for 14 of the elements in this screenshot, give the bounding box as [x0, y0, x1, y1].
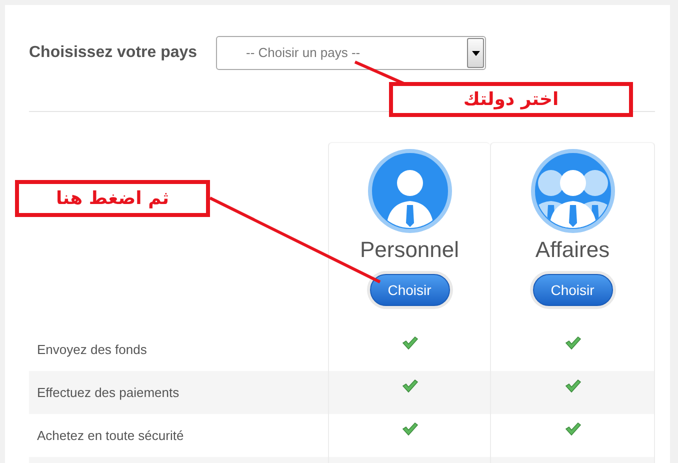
country-select[interactable]: -- Choisir un pays -- [216, 36, 486, 70]
choose-button[interactable]: Choisir [532, 274, 612, 306]
caret-icon [472, 50, 480, 56]
annotation-text: اختر دولتك [463, 89, 559, 110]
feature-label: Effectuez des paiements [37, 385, 180, 400]
country-label: Choisissez votre pays [29, 44, 198, 62]
feature-label: Achetez en toute sécurité [37, 428, 184, 443]
plan-title: Affaires [535, 236, 610, 264]
choose-button[interactable]: Choisir [370, 274, 450, 306]
avatar-icon [368, 149, 452, 233]
avatar-icon [530, 149, 614, 233]
annotation-text: ثم اضغط هنا [56, 188, 169, 209]
feature-label: Envoyez des fonds [37, 342, 147, 357]
plan-title: Personnel [360, 236, 460, 264]
